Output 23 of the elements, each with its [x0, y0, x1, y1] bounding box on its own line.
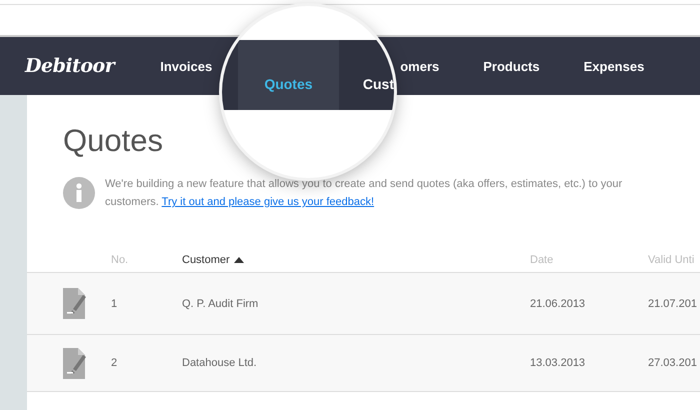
table-row[interactable]: 2 Datahouse Ltd. 13.03.2013 27.03.201	[27, 335, 700, 392]
nav-item[interactable]: omers	[400, 58, 440, 74]
sort-up-icon	[234, 257, 244, 263]
nav-item[interactable]: Products	[483, 58, 540, 74]
nav-item[interactable]: Expenses	[584, 58, 644, 74]
table-cell: 21.06.2013	[530, 298, 586, 310]
table-cell: Datahouse Ltd.	[182, 357, 257, 369]
table-cell: 2	[111, 357, 118, 369]
table-cell: 27.03.201	[648, 357, 697, 369]
table-row[interactable]: 1 Q. P. Audit Firm 21.06.2013 21.07.201	[27, 273, 700, 335]
page-title: Quotes	[63, 123, 164, 159]
table-cell: 13.03.2013	[530, 357, 586, 369]
logo[interactable]: Debitoor	[25, 55, 114, 77]
table-cell: Q. P. Audit Firm	[182, 298, 258, 310]
nav-tab[interactable]: Quotes	[238, 40, 339, 110]
nav-item[interactable]: Invoices	[160, 58, 212, 74]
table-cell: 21.07.201	[648, 298, 697, 310]
feedback-link[interactable]: Try it out and please give us your feedback!	[162, 196, 374, 208]
column-header[interactable]: Customer	[182, 254, 230, 266]
table-cell: 1	[111, 298, 118, 310]
notice-text: We're building a new feature that allows you to create and send quotes (aka offers, estimates, etc.) to your customers. Try it out and please give us your feedback!	[105, 177, 624, 210]
nav-tab[interactable]: Cust	[362, 40, 394, 110]
info-icon	[63, 177, 95, 209]
